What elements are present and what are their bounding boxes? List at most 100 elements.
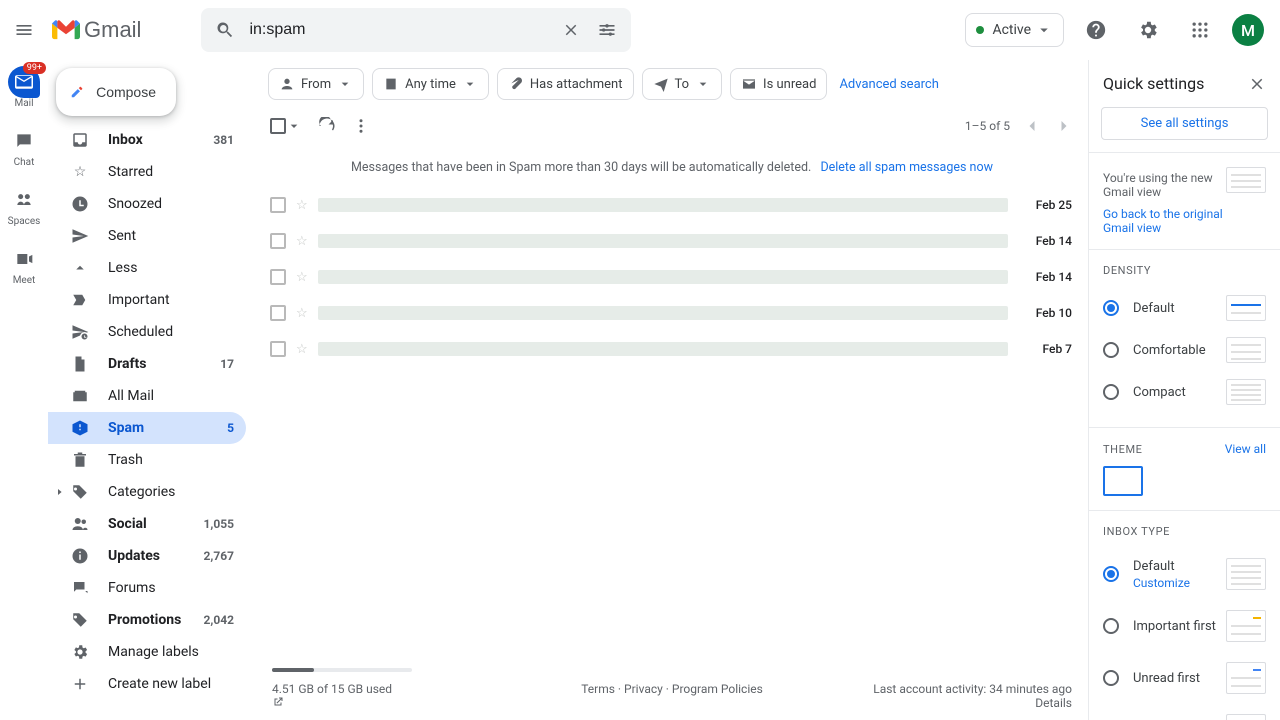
rail-chat[interactable]: Chat: [0, 125, 48, 168]
nav-manage-labels[interactable]: Manage labels: [48, 636, 246, 668]
chevron-down-icon: [695, 76, 711, 92]
rail-mail[interactable]: 99+ Mail: [0, 66, 48, 109]
star-button[interactable]: ☆: [296, 306, 308, 321]
new-view-info: You're using the new Gmail view: [1103, 167, 1226, 207]
forums-icon: [70, 579, 90, 597]
star-button[interactable]: ☆: [296, 270, 308, 285]
main-menu-button[interactable]: [0, 20, 48, 40]
message-row[interactable]: ☆ Feb 25: [256, 187, 1088, 223]
chip-unread[interactable]: Is unread: [730, 68, 827, 100]
chip-to[interactable]: To: [642, 68, 723, 100]
support-button[interactable]: [1076, 10, 1116, 50]
compose-button[interactable]: Compose: [56, 68, 176, 116]
scheduled-icon: [70, 323, 90, 341]
status-chip[interactable]: Active: [965, 13, 1064, 47]
customize-link[interactable]: Customize: [1133, 576, 1190, 590]
search-options-button[interactable]: [589, 12, 625, 48]
close-panel-button[interactable]: [1248, 75, 1266, 93]
app-rail: 99+ Mail Chat Spaces Meet: [0, 60, 48, 720]
message-row[interactable]: ☆ Feb 10: [256, 295, 1088, 331]
row-checkbox[interactable]: [270, 197, 286, 213]
row-checkbox[interactable]: [270, 305, 286, 321]
nav-promotions[interactable]: Promotions2,042: [48, 604, 246, 636]
nav-important[interactable]: Important: [48, 284, 246, 316]
density-thumb: [1226, 337, 1266, 363]
message-date: Feb 10: [1024, 306, 1072, 320]
nav-starred[interactable]: ☆Starred: [48, 156, 246, 188]
radio-icon: [1103, 342, 1119, 358]
message-row[interactable]: ☆Feb 7: [256, 331, 1088, 367]
nav-social[interactable]: Social1,055: [48, 508, 246, 540]
pencil-icon: [70, 82, 84, 102]
refresh-button[interactable]: [318, 117, 336, 135]
inbox-type-starred[interactable]: Starred first: [1103, 704, 1266, 720]
chip-attachment[interactable]: Has attachment: [497, 68, 634, 100]
search-button[interactable]: [207, 12, 243, 48]
chip-from[interactable]: From: [268, 68, 364, 100]
radio-icon: [1103, 566, 1119, 582]
program-link[interactable]: Program Policies: [672, 682, 763, 696]
star-button[interactable]: ☆: [296, 198, 308, 213]
apps-button[interactable]: [1180, 10, 1220, 50]
message-row[interactable]: ☆Feb 14: [256, 223, 1088, 259]
nav-less[interactable]: Less: [48, 252, 246, 284]
row-checkbox[interactable]: [270, 341, 286, 357]
theme-option[interactable]: [1103, 466, 1143, 496]
message-date: Feb 25: [1024, 198, 1072, 212]
chip-anytime[interactable]: Any time: [372, 68, 489, 100]
inbox-type-important[interactable]: Important first: [1103, 600, 1266, 652]
meet-icon: [8, 243, 40, 275]
message-row[interactable]: ☆Feb 14: [256, 259, 1088, 295]
privacy-link[interactable]: Privacy: [624, 682, 663, 696]
info-icon: [70, 547, 90, 565]
inbox-type-heading: INBOX TYPE: [1103, 525, 1266, 538]
nav-create-label[interactable]: Create new label: [48, 668, 246, 700]
details-link[interactable]: Details: [873, 696, 1072, 710]
density-default[interactable]: Default: [1103, 287, 1266, 329]
density-compact[interactable]: Compact: [1103, 371, 1266, 413]
nav-forums[interactable]: Forums: [48, 572, 246, 604]
more-button[interactable]: [352, 117, 370, 135]
row-checkbox[interactable]: [270, 269, 286, 285]
density-heading: DENSITY: [1103, 264, 1266, 277]
density-comfortable[interactable]: Comfortable: [1103, 329, 1266, 371]
row-checkbox[interactable]: [270, 233, 286, 249]
nav-inbox[interactable]: Inbox381: [48, 124, 246, 156]
nav-scheduled[interactable]: Scheduled: [48, 316, 246, 348]
go-back-link[interactable]: Go back to the original Gmail view: [1103, 207, 1226, 235]
nav-sent[interactable]: Sent: [48, 220, 246, 252]
nav-updates[interactable]: Updates2,767: [48, 540, 246, 572]
rail-meet[interactable]: Meet: [0, 243, 48, 286]
categories-icon: [70, 483, 90, 501]
message-preview: [318, 306, 1008, 320]
see-all-settings-button[interactable]: See all settings: [1101, 107, 1268, 140]
gmail-logo[interactable]: Gmail: [52, 17, 141, 43]
account-avatar[interactable]: M: [1232, 14, 1264, 46]
rail-spaces[interactable]: Spaces: [0, 184, 48, 227]
nav-categories[interactable]: Categories: [48, 476, 246, 508]
advanced-search-link[interactable]: Advanced search: [839, 77, 938, 92]
search-input[interactable]: [243, 21, 553, 39]
nav-trash[interactable]: Trash: [48, 444, 246, 476]
nav-spam[interactable]: Spam5: [48, 412, 246, 444]
delete-all-spam-link[interactable]: Delete all spam messages now: [820, 160, 993, 175]
mail-badge: 99+: [23, 62, 46, 74]
select-all-checkbox[interactable]: [270, 118, 302, 134]
nav-allmail[interactable]: All Mail: [48, 380, 246, 412]
prev-page-button[interactable]: [1022, 116, 1042, 136]
theme-viewall-link[interactable]: View all: [1225, 442, 1266, 456]
clear-search-button[interactable]: [553, 12, 589, 48]
chevron-down-icon: [337, 76, 353, 92]
next-page-button[interactable]: [1054, 116, 1074, 136]
storage-link[interactable]: [272, 696, 398, 708]
terms-link[interactable]: Terms: [581, 682, 615, 696]
settings-button[interactable]: [1128, 10, 1168, 50]
nav-drafts[interactable]: Drafts17: [48, 348, 246, 380]
inbox-type-unread[interactable]: Unread first: [1103, 652, 1266, 704]
star-button[interactable]: ☆: [296, 234, 308, 249]
tune-icon: [597, 20, 617, 40]
nav-snoozed[interactable]: Snoozed: [48, 188, 246, 220]
menu-icon: [14, 20, 34, 40]
star-button[interactable]: ☆: [296, 342, 308, 357]
inbox-type-default[interactable]: DefaultCustomize: [1103, 548, 1266, 600]
